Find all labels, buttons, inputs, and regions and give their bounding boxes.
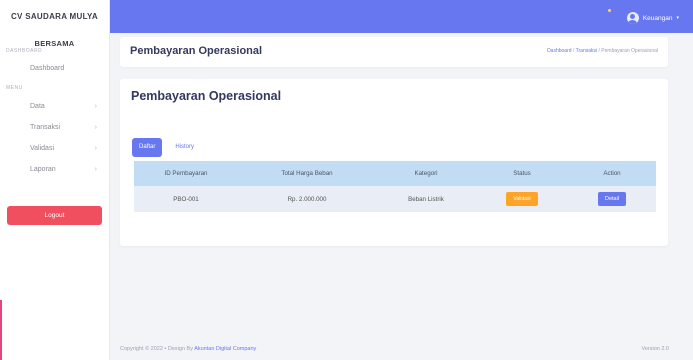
- notification-dot: [608, 9, 611, 12]
- breadcrumb-parent[interactable]: Transaksi: [576, 48, 598, 54]
- sidebar-item-label: Transaksi: [30, 124, 61, 131]
- section-label-menu: MENU: [6, 85, 23, 91]
- user-name: Keuangan: [642, 14, 673, 22]
- sidebar-item-laporan[interactable]: Laporan ›: [0, 159, 109, 180]
- chevron-right-icon: ›: [94, 124, 97, 131]
- brand-name[interactable]: CV SAUDARA MULYA: [0, 0, 109, 21]
- user-menu[interactable]: Keuangan ▾: [626, 11, 679, 25]
- sidebar-item-validasi[interactable]: Validasi ›: [0, 138, 109, 159]
- footer-version: Version 2.0: [641, 346, 669, 352]
- main-card: Pembayaran Operasional Daftar History ID…: [120, 79, 668, 246]
- chevron-right-icon: ›: [94, 145, 97, 152]
- user-avatar-icon: [626, 12, 639, 24]
- cell-id: PBO-001: [173, 195, 199, 203]
- caret-down-icon: ▾: [676, 15, 679, 21]
- cell-kategori: Beban Listrik: [408, 195, 444, 203]
- table-header-row: ID Pembayaran Total Harga Beban Kategori…: [134, 161, 656, 186]
- sidebar-item-dashboard[interactable]: Dashboard: [0, 58, 109, 79]
- sidebar-item-label: Laporan: [30, 166, 56, 173]
- brand-short: BERSAMA: [34, 39, 75, 48]
- column-header-kategori: Kategori: [414, 170, 438, 177]
- column-header-id: ID Pembayaran: [164, 170, 208, 177]
- tab-history[interactable]: History: [168, 138, 201, 157]
- footer-copyright: Copyright © 2022 • Design By Akuntan Dig…: [120, 346, 256, 352]
- sidebar-item-transaksi[interactable]: Transaksi ›: [0, 117, 109, 138]
- page-title: Pembayaran Operasional: [130, 45, 263, 57]
- payments-table: ID Pembayaran Total Harga Beban Kategori…: [134, 161, 656, 212]
- detail-button[interactable]: Detail: [598, 192, 626, 206]
- sidebar-item-label: Dashboard: [30, 65, 65, 72]
- column-header-action: Action: [603, 170, 621, 177]
- tab-daftar[interactable]: Daftar: [132, 138, 163, 157]
- accent-bar: [0, 300, 2, 360]
- tab-bar: Daftar History: [132, 138, 201, 157]
- column-header-total: Total Harga Beban: [281, 170, 333, 177]
- cell-action: Detail: [568, 186, 656, 212]
- company-link[interactable]: Akuntan Digital Company: [194, 346, 256, 352]
- section-label-dashboard: DASHBOARD: [6, 48, 43, 54]
- design-by-text: Design By: [167, 346, 193, 352]
- breadcrumb-current: Pembayaran Operasional: [601, 48, 658, 54]
- breadcrumb-separator: /: [598, 48, 600, 54]
- cell-total: Rp. 2.000.000: [287, 195, 327, 203]
- breadcrumb-separator: /: [572, 48, 575, 54]
- card-title: Pembayaran Operasional: [131, 89, 282, 103]
- footer-bullet: •: [164, 346, 167, 352]
- copyright-text: Copyright © 2022: [120, 346, 163, 352]
- topbar: Keuangan ▾: [110, 0, 693, 33]
- logout-button[interactable]: Logout: [7, 206, 102, 225]
- sidebar-item-data[interactable]: Data ›: [0, 96, 109, 117]
- breadcrumb-home[interactable]: Dashboard: [547, 48, 571, 54]
- cell-status: Validasi: [476, 186, 568, 212]
- breadcrumb: Dashboard / Transaksi / Pembayaran Opera…: [547, 48, 658, 54]
- table-row: PBO-001 Rp. 2.000.000 Beban Listrik Vali…: [134, 186, 656, 212]
- sidebar-item-label: Validasi: [30, 145, 54, 152]
- sidebar-item-label: Data: [30, 103, 45, 110]
- chevron-right-icon: ›: [94, 166, 97, 173]
- chevron-right-icon: ›: [94, 103, 97, 110]
- section-header: Pembayaran Operasional Dashboard / Trans…: [120, 37, 668, 67]
- validasi-button[interactable]: Validasi: [506, 192, 538, 206]
- column-header-status: Status: [513, 170, 531, 177]
- sidebar: CV SAUDARA MULYA BERSAMA DASHBOARD Dashb…: [0, 0, 110, 360]
